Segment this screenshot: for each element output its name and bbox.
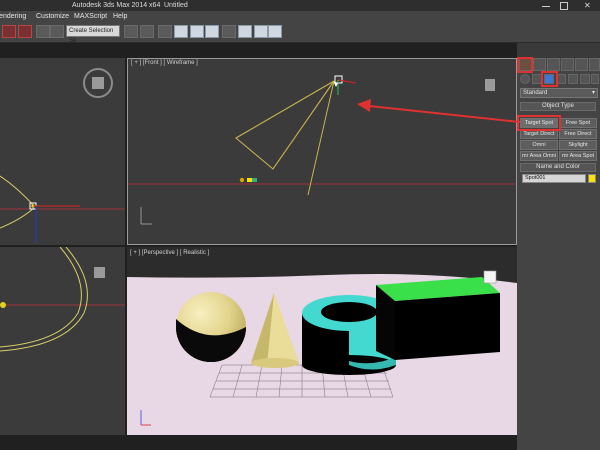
rendered-frame-icon[interactable] [254, 25, 268, 38]
lights-highlight [541, 71, 558, 87]
mr-area-spot-button[interactable]: mr Area Spot [559, 151, 597, 161]
viewport-bottom-left[interactable] [0, 247, 125, 435]
systems-icon[interactable] [591, 74, 599, 84]
menu-bar: Rendering Customize MAXScript Help [0, 11, 600, 22]
object-type-rollout[interactable]: Object Type [520, 102, 596, 111]
viewport-front[interactable]: [ + ] [Front ] [ Wireframe ] [127, 58, 517, 245]
chevron-down-icon: ▾ [591, 90, 595, 96]
geometry-icon[interactable] [520, 74, 530, 84]
graphite-ribbon-icon[interactable] [174, 25, 188, 38]
unlink-icon[interactable] [18, 25, 32, 38]
menu-maxscript[interactable]: MAXScript [74, 11, 107, 22]
name-color-rollout[interactable]: Name and Color [520, 163, 596, 172]
close-icon[interactable]: ✕ [584, 0, 591, 11]
select-scale-icon[interactable] [50, 25, 64, 38]
object-name-field[interactable]: Spot001 [522, 174, 586, 183]
category-value: Standard [523, 90, 548, 96]
category-dropdown[interactable]: Standard ▾ [520, 88, 598, 98]
hierarchy-tab-icon[interactable] [547, 58, 560, 71]
mirror-icon[interactable] [124, 25, 138, 38]
document-title: Untitled [164, 2, 188, 9]
menu-help[interactable]: Help [113, 11, 127, 22]
name-color-header: Name and Color [536, 164, 580, 170]
minimize-icon[interactable] [542, 6, 550, 7]
curve-editor-icon[interactable] [190, 25, 204, 38]
layer-manager-icon[interactable] [158, 25, 172, 38]
create-tab-highlight [517, 57, 533, 73]
menu-customize[interactable]: Customize [36, 11, 69, 22]
annotation-arrow [357, 99, 521, 123]
viewport-top-left[interactable] [0, 58, 125, 245]
free-direct-button[interactable]: Free Direct [559, 129, 597, 139]
skylight-button[interactable]: Skylight [559, 140, 597, 150]
modify-tab-icon[interactable] [533, 58, 546, 71]
named-selection-dropdown[interactable]: Create Selection Se [66, 25, 120, 44]
menu-rendering[interactable]: Rendering [0, 11, 26, 22]
motion-tab-icon[interactable] [561, 58, 574, 71]
viewport-perspective[interactable]: [ + ] [Perspective ] [ Realistic ] [127, 247, 517, 435]
select-link-icon[interactable] [2, 25, 16, 38]
maximize-icon[interactable] [560, 2, 568, 10]
render-setup-icon[interactable] [238, 25, 252, 38]
free-spot-button[interactable]: Free Spot [559, 118, 597, 128]
command-panel: Standard ▾ Object Type Target Spot Free … [517, 57, 600, 450]
spacewarps-icon[interactable] [580, 74, 590, 84]
schematic-view-icon[interactable] [205, 25, 219, 38]
app-title: Autodesk 3ds Max 2014 x64 [72, 2, 161, 9]
render-production-icon[interactable] [268, 25, 282, 38]
omni-button[interactable]: Omni [520, 140, 558, 150]
helpers-icon[interactable] [568, 74, 578, 84]
utilities-tab-icon[interactable] [589, 58, 600, 71]
object-type-header: Object Type [542, 103, 574, 109]
display-tab-icon[interactable] [575, 58, 588, 71]
material-editor-icon[interactable] [222, 25, 236, 38]
select-rotate-icon[interactable] [36, 25, 50, 38]
title-bar: Autodesk 3ds Max 2014 x64 Untitled ✕ [0, 0, 600, 11]
main-toolbar: Create Selection Se [0, 22, 600, 44]
align-icon[interactable] [140, 25, 154, 38]
object-color-swatch[interactable] [588, 174, 596, 183]
mr-area-omni-button[interactable]: mr Area Omni [520, 151, 558, 161]
